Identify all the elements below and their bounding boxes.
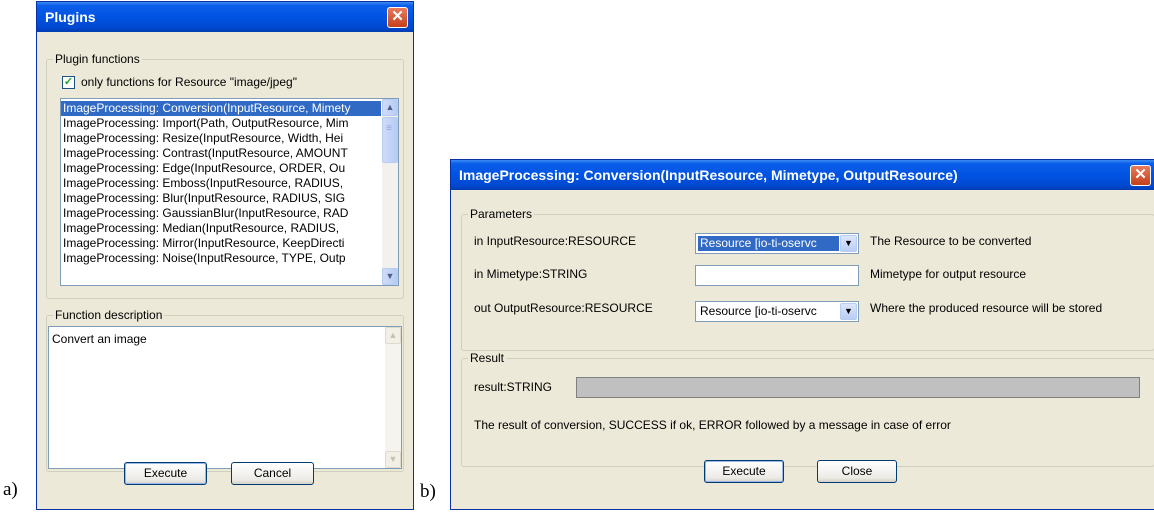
function-list-item[interactable]: ImageProcessing: Edge(InputResource, ORD… — [61, 161, 381, 176]
plugin-functions-group: Plugin functions ✓ only functions for Re… — [46, 52, 404, 299]
parameters-group-title: Parameters — [468, 207, 535, 221]
conversion-title-bar: ImageProcessing: Conversion(InputResourc… — [451, 160, 1154, 190]
parameters-group: Parameters in InputResource:RESOURCE Res… — [461, 207, 1154, 351]
close-icon: ✕ — [391, 8, 404, 25]
dropdown-button[interactable]: ▼ — [840, 235, 857, 252]
mimetype-description: Mimetype for output resource — [870, 267, 1027, 281]
output-resource-description: Where the produced resource will be stor… — [870, 301, 1103, 315]
conversion-dialog-title: ImageProcessing: Conversion(InputResourc… — [459, 167, 958, 183]
result-group: Result result:STRING The result of conve… — [461, 351, 1154, 467]
scroll-down-icon: ▼ — [385, 271, 395, 281]
plugins-close-button[interactable]: ✕ — [387, 7, 408, 28]
execute-button[interactable]: Execute — [124, 462, 207, 485]
input-resource-select[interactable]: Resource [io-ti-oservc ▼ — [695, 233, 859, 254]
close-icon: ✕ — [1134, 166, 1147, 183]
mimetype-label: in Mimetype:STRING — [474, 267, 588, 281]
output-resource-value: Resource [io-ti-oservc — [700, 304, 817, 318]
conversion-close-button[interactable]: ✕ — [1130, 165, 1151, 186]
only-functions-label[interactable]: only functions for Resource "image/jpeg" — [81, 75, 297, 90]
functions-list: ImageProcessing: Conversion(InputResourc… — [61, 101, 381, 266]
function-list-item[interactable]: ImageProcessing: Resize(InputResource, W… — [61, 131, 381, 146]
scroll-up-icon: ▲ — [385, 102, 395, 112]
plugins-dialog: Plugins ✕ Plugin functions ✓ only functi… — [36, 1, 414, 510]
only-functions-checkbox[interactable]: ✓ — [62, 76, 75, 89]
scroll-down-button[interactable]: ▼ — [382, 268, 398, 285]
mimetype-field[interactable] — [695, 265, 859, 286]
scroll-up-button[interactable]: ▲ — [385, 327, 401, 344]
chevron-down-icon: ▼ — [844, 238, 853, 248]
scroll-down-icon: ▼ — [388, 454, 398, 464]
input-resource-description: The Resource to be converted — [870, 234, 1032, 248]
plugins-dialog-title: Plugins — [45, 9, 96, 25]
scroll-up-icon: ▲ — [388, 330, 398, 340]
figure-label-a: a) — [3, 479, 18, 500]
cancel-button[interactable]: Cancel — [231, 462, 314, 485]
input-resource-label: in InputResource:RESOURCE — [474, 234, 637, 248]
result-label: result:STRING — [474, 380, 553, 394]
scroll-down-button[interactable]: ▼ — [385, 451, 401, 468]
conversion-dialog: ImageProcessing: Conversion(InputResourc… — [450, 159, 1154, 510]
output-resource-select[interactable]: Resource [io-ti-oservc ▼ — [695, 301, 859, 322]
plugin-functions-group-title: Plugin functions — [53, 52, 142, 66]
result-note: The result of conversion, SUCCESS if ok,… — [474, 418, 951, 432]
function-description-group-title: Function description — [53, 308, 165, 322]
function-list-item[interactable]: ImageProcessing: Noise(InputResource, TY… — [61, 251, 381, 266]
conversion-dialog-body: Parameters in InputResource:RESOURCE Res… — [454, 190, 1154, 506]
function-list-item[interactable]: ImageProcessing: Median(InputResource, R… — [61, 221, 381, 236]
plugins-title-bar: Plugins ✕ — [37, 2, 413, 32]
scroll-up-button[interactable]: ▲ — [382, 99, 398, 116]
dropdown-button[interactable]: ▼ — [840, 303, 857, 320]
result-group-title: Result — [468, 351, 507, 365]
checkmark-icon: ✓ — [63, 76, 74, 88]
function-list-item[interactable]: ImageProcessing: Contrast(InputResource,… — [61, 146, 381, 161]
function-list-item[interactable]: ImageProcessing: GaussianBlur(InputResou… — [61, 206, 381, 221]
function-description-group: Function description Convert an image ▲ … — [46, 308, 404, 472]
functions-scrollbar[interactable]: ▲ ▼ — [382, 99, 398, 285]
execute-button[interactable]: Execute — [704, 460, 784, 483]
plugins-dialog-body: Plugin functions ✓ only functions for Re… — [40, 32, 410, 506]
function-list-item[interactable]: ImageProcessing: Mirror(InputResource, K… — [61, 236, 381, 251]
close-button[interactable]: Close — [817, 460, 897, 483]
output-resource-label: out OutputResource:RESOURCE — [474, 301, 653, 315]
input-resource-value: Resource [io-ti-oservc — [698, 236, 839, 251]
function-list-item[interactable]: ImageProcessing: Blur(InputResource, RAD… — [61, 191, 381, 206]
scrollbar-thumb[interactable] — [382, 117, 398, 163]
function-list-item[interactable]: ImageProcessing: Import(Path, OutputReso… — [61, 116, 381, 131]
function-description-text: Convert an image — [52, 332, 147, 346]
function-list-item[interactable]: ImageProcessing: Emboss(InputResource, R… — [61, 176, 381, 191]
figure-label-b: b) — [420, 481, 436, 502]
description-scrollbar[interactable]: ▲ ▼ — [385, 327, 401, 468]
result-field — [576, 377, 1140, 398]
function-description-textarea[interactable]: Convert an image ▲ ▼ — [48, 326, 402, 469]
functions-listbox[interactable]: ImageProcessing: Conversion(InputResourc… — [60, 98, 399, 286]
chevron-down-icon: ▼ — [844, 306, 853, 316]
function-list-item[interactable]: ImageProcessing: Conversion(InputResourc… — [61, 101, 381, 116]
